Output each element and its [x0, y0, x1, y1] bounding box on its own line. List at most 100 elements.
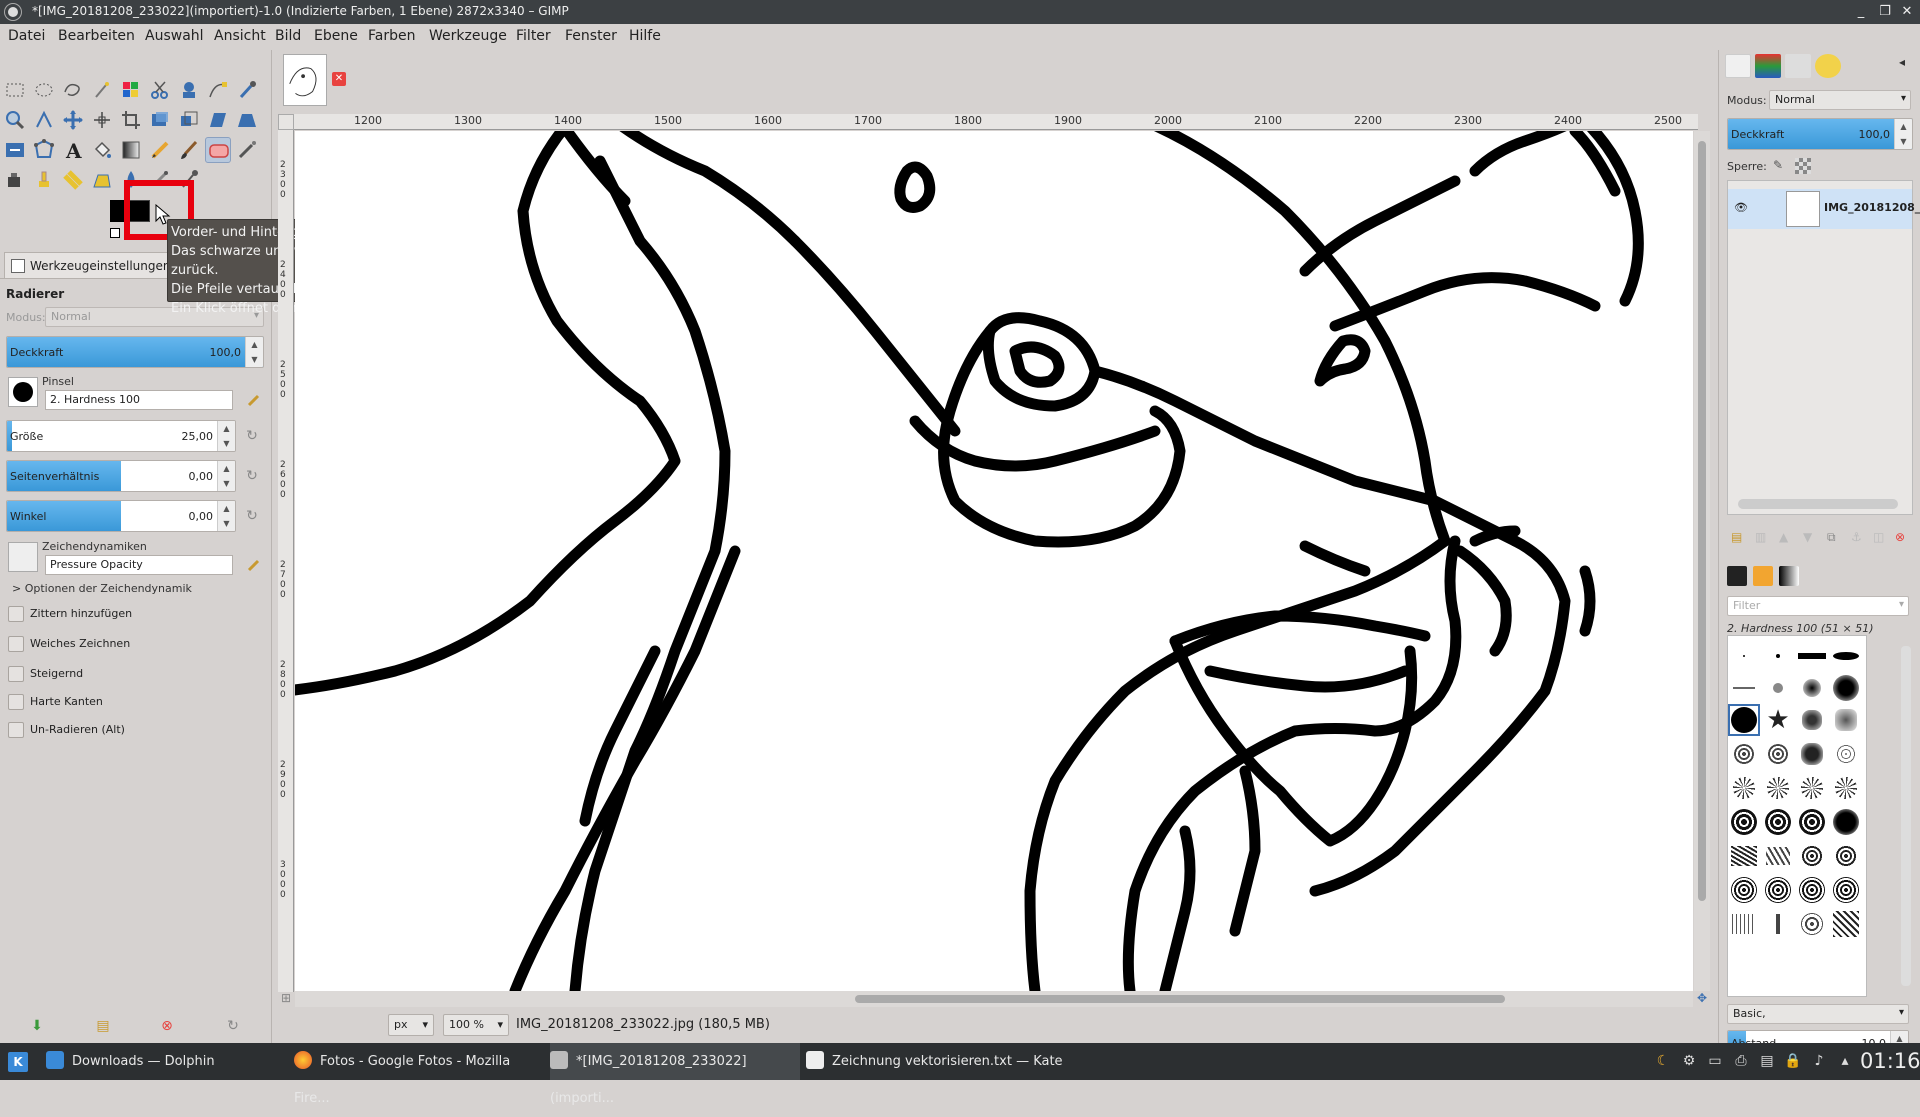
brush-preset[interactable]	[1776, 654, 1780, 658]
layer-opacity-spinner[interactable]: ▲ ▼	[1894, 119, 1912, 149]
brush-field[interactable]: 2. Hardness 100	[45, 390, 233, 410]
brush-preset[interactable]	[1835, 777, 1857, 799]
brush-preset[interactable]	[1765, 877, 1791, 903]
gradient-tool-icon[interactable]	[118, 137, 144, 163]
fuzzy-select-tool-icon[interactable]	[89, 77, 115, 103]
ellipse-select-tool-icon[interactable]	[31, 77, 57, 103]
new-group-icon[interactable]: ▥	[1755, 530, 1766, 544]
scissors-tool-icon[interactable]	[147, 77, 173, 103]
gradients-tab-icon[interactable]	[1779, 566, 1799, 586]
tab-werkzeugeinstellungen[interactable]: Werkzeugeinstellungen	[4, 252, 178, 278]
size-slider[interactable]: Größe 25,00 ▲ ▼	[6, 420, 236, 452]
brush-set-dropdown[interactable]: Basic, ▾	[1727, 1004, 1909, 1024]
dynamics-options-expander[interactable]: > Optionen der Zeichendynamik	[12, 582, 192, 595]
anchor-layer-icon[interactable]: ⚓	[1851, 530, 1862, 544]
menu-auswahl[interactable]: Auswahl	[145, 28, 204, 44]
clock[interactable]: 01:16	[1860, 1049, 1920, 1073]
reset-size-icon[interactable]: ↻	[244, 428, 260, 444]
brush-preset-selected[interactable]	[1731, 707, 1757, 733]
brush-preset[interactable]	[1743, 655, 1745, 657]
brush-preset[interactable]	[1773, 683, 1783, 693]
zoom-dropdown[interactable]: 100 % ▾	[443, 1014, 509, 1036]
scale-tool-icon[interactable]	[176, 107, 202, 133]
heal-tool-icon[interactable]	[60, 167, 86, 193]
brushes-tab-icon[interactable]	[1727, 566, 1747, 586]
rect-select-tool-icon[interactable]	[2, 77, 28, 103]
size-spinner[interactable]: ▲ ▼	[217, 421, 235, 451]
flip-tool-icon[interactable]	[2, 137, 28, 163]
unified-transform-tool-icon[interactable]	[147, 107, 173, 133]
brush-preset[interactable]	[1835, 845, 1857, 867]
airbrush-tool-icon[interactable]	[234, 137, 260, 163]
angle-spinner[interactable]: ▲ ▼	[217, 501, 235, 531]
vertical-scrollbar-thumb[interactable]	[1698, 141, 1706, 901]
foreground-select-tool-icon[interactable]	[176, 77, 202, 103]
vertical-ruler[interactable]: 2300 2400 2500 2600 2700 2800 2900 3000	[278, 130, 294, 992]
reset-angle-icon[interactable]: ↻	[244, 508, 260, 524]
navigate-icon[interactable]: ✥	[1694, 991, 1710, 1007]
brush-preset[interactable]	[1733, 687, 1755, 689]
brush-preset[interactable]	[1801, 777, 1823, 799]
eraser-tool-icon[interactable]	[205, 137, 231, 163]
checkbox-un-radieren[interactable]	[8, 722, 24, 738]
zoom-tool-icon[interactable]	[2, 107, 28, 133]
measure-tool-icon[interactable]	[31, 107, 57, 133]
night-mode-icon[interactable]: ☾	[1654, 1052, 1672, 1070]
bucket-fill-tool-icon[interactable]	[89, 137, 115, 163]
settings-gear-icon[interactable]: ⚙	[1680, 1052, 1698, 1070]
delete-layer-icon[interactable]: ⊗	[1895, 530, 1905, 544]
new-layer-icon[interactable]: ▤	[1731, 530, 1742, 544]
menu-farben[interactable]: Farben	[368, 28, 415, 44]
edit-dynamics-icon[interactable]	[246, 557, 262, 573]
restore-options-icon[interactable]: ▤	[94, 1017, 112, 1035]
horizontal-scrollbar[interactable]	[295, 991, 1693, 1007]
dynamics-icon[interactable]	[8, 542, 38, 572]
display-icon[interactable]: ▭	[1706, 1052, 1724, 1070]
pencil-tool-icon[interactable]	[147, 137, 173, 163]
undo-history-tab-icon[interactable]	[1815, 54, 1841, 78]
brush-preset[interactable]	[1799, 877, 1825, 903]
brush-preset[interactable]	[1801, 913, 1823, 935]
brush-preset[interactable]	[1833, 652, 1859, 660]
maximize-button[interactable]: ❐	[1876, 3, 1894, 21]
brushes-grid[interactable]: ★	[1727, 635, 1867, 997]
printer-icon[interactable]: ⎙	[1732, 1052, 1750, 1070]
channels-tab-icon[interactable]	[1755, 54, 1781, 78]
application-launcher-icon[interactable]: K	[8, 1052, 28, 1072]
horizontal-scrollbar-thumb[interactable]	[855, 995, 1505, 1003]
brush-filter-field[interactable]: Filter ▾	[1727, 596, 1909, 616]
edit-brush-icon[interactable]	[246, 392, 262, 408]
raise-layer-icon[interactable]: ▲	[1779, 530, 1788, 544]
brush-preset[interactable]	[1776, 914, 1780, 934]
ruler-corner[interactable]	[278, 114, 294, 130]
image-tab-thumbnail[interactable]	[283, 54, 327, 106]
lock-icon[interactable]: 🔒	[1784, 1052, 1802, 1070]
opacity-slider[interactable]: Deckkraft 100,0 ▲ ▼	[6, 336, 264, 368]
menu-ansicht[interactable]: Ansicht	[214, 28, 266, 44]
configure-tab-icon[interactable]: ◂	[1899, 55, 1905, 69]
menu-werkzeuge[interactable]: Werkzeuge	[429, 28, 507, 44]
brush-preset[interactable]	[1833, 675, 1859, 701]
delete-options-icon[interactable]: ⊗	[158, 1017, 176, 1035]
color-select-tool-icon[interactable]	[118, 77, 144, 103]
eye-icon[interactable]: 👁	[1734, 201, 1748, 214]
checkbox-harte-kanten[interactable]	[8, 694, 24, 710]
brush-preset[interactable]	[1732, 914, 1756, 934]
layer-row[interactable]: 👁 IMG_20181208_23	[1728, 189, 1920, 229]
task-firefox[interactable]: Fotos - Google Fotos - Mozilla Fire...	[294, 1043, 544, 1106]
vertical-scrollbar[interactable]	[1694, 131, 1710, 991]
brush-preset[interactable]	[1731, 877, 1757, 903]
layers-list[interactable]: 👁 IMG_20181208_23	[1727, 180, 1920, 515]
color-picker-tool-icon[interactable]	[234, 77, 260, 103]
perspective-tool-icon[interactable]	[234, 107, 260, 133]
opacity-spinner[interactable]: ▲ ▼	[245, 337, 263, 367]
free-select-tool-icon[interactable]	[60, 77, 86, 103]
move-tool-icon[interactable]	[60, 107, 86, 133]
checkbox-steigernd[interactable]	[8, 666, 24, 682]
brush-preset[interactable]	[1801, 845, 1823, 867]
layers-tab-icon[interactable]	[1725, 54, 1751, 78]
layers-hscrollbar[interactable]	[1738, 499, 1898, 509]
paths-tab-icon[interactable]	[1785, 54, 1811, 78]
brush-preset[interactable]	[1836, 744, 1856, 764]
brush-preset[interactable]	[1766, 847, 1790, 865]
